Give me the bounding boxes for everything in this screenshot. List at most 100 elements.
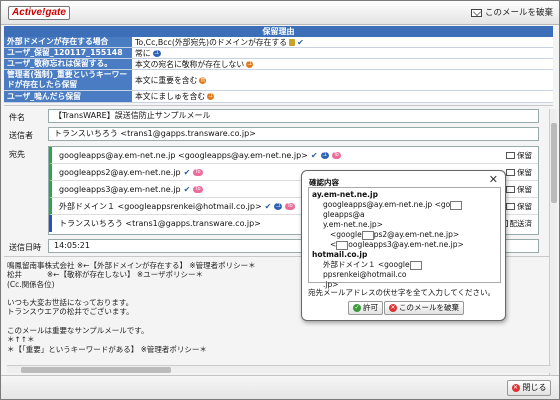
admin-policy-icon: 管 bbox=[199, 76, 207, 84]
reason-value: 常にユ bbox=[132, 48, 553, 58]
domain-heading: hotmail.co.jp bbox=[312, 250, 368, 259]
reason-value: 本文に重要を含む管 bbox=[132, 70, 553, 90]
reason-row: ユーザ_嗚んだら保留 本文にましゅを含むユ bbox=[4, 91, 553, 103]
check-icon: ✔ bbox=[297, 37, 304, 47]
discard-button[interactable]: ✕ このメールを破棄 bbox=[384, 301, 464, 315]
reason-key: ユーザ_嗚んだら保留 bbox=[4, 91, 132, 102]
check-icon: ✔ bbox=[183, 184, 191, 194]
user-policy-icon: ユ bbox=[274, 202, 283, 210]
to-label: 宛先 bbox=[9, 150, 25, 159]
domain-heading: ay.em-net.ne.jp bbox=[312, 190, 378, 199]
popup-instruction: 宛先メールアドレスの伏せ字を全て入力してください。 bbox=[308, 288, 496, 297]
hold-icon bbox=[506, 169, 515, 176]
masked-text: ppsrenkei@hotmail.co bbox=[323, 270, 407, 279]
reason-key: ユーザ_敬称忘れは保留する。 bbox=[4, 59, 132, 69]
subject-field: 【TransWARE】誤送信防止サンプルメール bbox=[48, 109, 539, 123]
recipient-address: googleapps2@ay.em-net.ne.jp bbox=[59, 167, 181, 177]
recipient-address: トランスいちろう <trans1@gapps.transware.co.jp> bbox=[59, 219, 261, 228]
masked-address: < oogleapps3@ay.em-net.ne.jp> bbox=[312, 240, 497, 250]
recipient-address: googleapps@ay.em-net.ne.jp <googleapps@a… bbox=[59, 150, 308, 160]
reason-key: ユーザ_保留_120117_155148 bbox=[4, 48, 132, 58]
scroll-thumb[interactable] bbox=[21, 367, 171, 373]
x-circle-icon: ✕ bbox=[389, 304, 397, 312]
delivered-action-label: 配送済 bbox=[509, 219, 533, 228]
close-label: 閉じる bbox=[522, 383, 547, 392]
confirm-content: ay.em-net.ne.jp googleapps@ay.em-net.ne.… bbox=[308, 187, 501, 289]
check-icon: ✔ bbox=[183, 167, 191, 177]
hold-icon bbox=[506, 152, 515, 159]
check-icon: ✔ bbox=[264, 201, 272, 211]
user-policy-icon: ユ bbox=[152, 49, 161, 57]
masked-text: 外部ドメイン１ <google bbox=[323, 260, 410, 269]
mask-input[interactable] bbox=[336, 240, 349, 250]
mail-hold-window: Active!gate このメールを破棄 保留理由 外部ドメインが存在する場合 … bbox=[0, 0, 560, 400]
reason-row: ユーザ_保留_120117_155148 常にユ bbox=[4, 48, 553, 59]
allow-label: 許可 bbox=[363, 303, 378, 312]
to-badge: To bbox=[331, 151, 341, 159]
to-badge: To bbox=[193, 185, 203, 193]
reason-value: To,Cc,Bcc(外部宛先)のドメインが存在する ✔ bbox=[132, 37, 553, 47]
reason-value-text: To,Cc,Bcc(外部宛先)のドメインが存在する bbox=[135, 37, 288, 47]
reason-value: 本文の宛名に敬称が存在しないユ bbox=[132, 59, 553, 69]
policy-icon: ユ bbox=[246, 60, 254, 68]
to-badge: To bbox=[285, 202, 295, 210]
check-circle-icon: ✓ bbox=[353, 304, 361, 312]
allow-button[interactable]: ✓ 許可 bbox=[348, 301, 383, 315]
hold-action-label: 保留 bbox=[517, 151, 532, 160]
reason-row: ユーザ_敬称忘れは保留する。 本文の宛名に敬称が存在しないユ bbox=[4, 59, 553, 70]
masked-text: ps2@ay.em-net.ne.jp> bbox=[373, 230, 460, 239]
hold-icon bbox=[506, 203, 515, 210]
to-badge: To bbox=[193, 168, 203, 176]
masked-address: <google ps2@ay.em-net.ne.jp> bbox=[312, 230, 497, 240]
reason-value-text: 本文に重要を含む bbox=[135, 75, 198, 85]
x-circle-icon: ✕ bbox=[511, 384, 520, 392]
masked-text: googleapps@ay.em-net.ne.jp <go bbox=[323, 200, 451, 209]
close-button[interactable]: ✕ 閉じる bbox=[507, 380, 551, 396]
hold-action-label: 保留 bbox=[517, 168, 532, 177]
envelope-icon bbox=[470, 9, 482, 17]
mask-input[interactable] bbox=[409, 260, 422, 270]
hold-reason-header: 保留理由 bbox=[4, 26, 553, 37]
recipient-row[interactable]: googleapps@ay.em-net.ne.jp <googleapps@a… bbox=[49, 147, 538, 164]
hold-action[interactable]: 保留 bbox=[506, 150, 532, 161]
masked-text: oogleapps3@ay.em-net.ne.jp> bbox=[348, 240, 464, 249]
reason-value-text: 常に bbox=[135, 48, 151, 58]
title-bar: Active!gate このメールを破棄 bbox=[1, 1, 559, 25]
reason-key: 外部ドメインが存在する場合 bbox=[4, 37, 132, 47]
discard-mail-label: このメールを破棄 bbox=[484, 8, 553, 18]
reason-value-text: 本文の宛名に敬称が存在しない bbox=[135, 59, 245, 69]
vertical-scrollbar[interactable] bbox=[549, 109, 557, 375]
masked-address-cont: y.em-net.ne.jp> bbox=[323, 220, 383, 229]
scroll-thumb[interactable] bbox=[551, 123, 557, 203]
reason-value: 本文にましゅを含むユ bbox=[132, 91, 553, 102]
hold-action-label: 保留 bbox=[517, 185, 532, 194]
confirm-popup: 確認内容 ✕ ay.em-net.ne.jp googleapps@ay.em-… bbox=[301, 170, 506, 321]
discard-mail-link[interactable]: このメールを破棄 bbox=[470, 6, 553, 20]
app-logo: Active!gate bbox=[8, 6, 70, 20]
check-icon: ✔ bbox=[310, 150, 318, 160]
close-icon[interactable]: ✕ bbox=[489, 173, 498, 186]
user-policy-icon: ユ bbox=[207, 93, 215, 100]
hold-icon bbox=[506, 186, 515, 193]
user-policy-icon: ユ bbox=[320, 151, 329, 159]
hold-action[interactable]: 保留 bbox=[506, 184, 532, 195]
subject-label: 件名 bbox=[9, 113, 25, 122]
discard-label: このメールを破棄 bbox=[399, 303, 459, 312]
hold-action[interactable]: 保留 bbox=[506, 201, 532, 212]
reason-key: 管理者(強制)_重要というキーワードが存在したら保留 bbox=[4, 70, 132, 90]
masked-text: gleapps@a bbox=[323, 210, 365, 219]
horizontal-scrollbar[interactable] bbox=[7, 365, 551, 373]
masked-address: 外部ドメイン１ <googleppsrenkei@hotmail.co bbox=[312, 260, 497, 280]
lock-icon bbox=[289, 38, 296, 46]
reason-row: 管理者(強制)_重要というキーワードが存在したら保留 本文に重要を含む管 bbox=[4, 70, 553, 91]
mask-input[interactable] bbox=[361, 230, 374, 240]
masked-address: googleapps@ay.em-net.ne.jp <gogleapps@a bbox=[312, 200, 497, 220]
recipient-address: googleapps3@ay.em-net.ne.jp bbox=[59, 184, 181, 194]
reason-value-text: 本文にましゅを含む bbox=[135, 92, 206, 101]
hold-action[interactable]: 保留 bbox=[506, 167, 532, 178]
hold-action-label: 保留 bbox=[517, 202, 532, 211]
date-label: 送信日時 bbox=[9, 243, 41, 252]
divider bbox=[4, 105, 553, 106]
mask-input[interactable] bbox=[450, 200, 463, 210]
from-label: 送信者 bbox=[9, 131, 33, 140]
